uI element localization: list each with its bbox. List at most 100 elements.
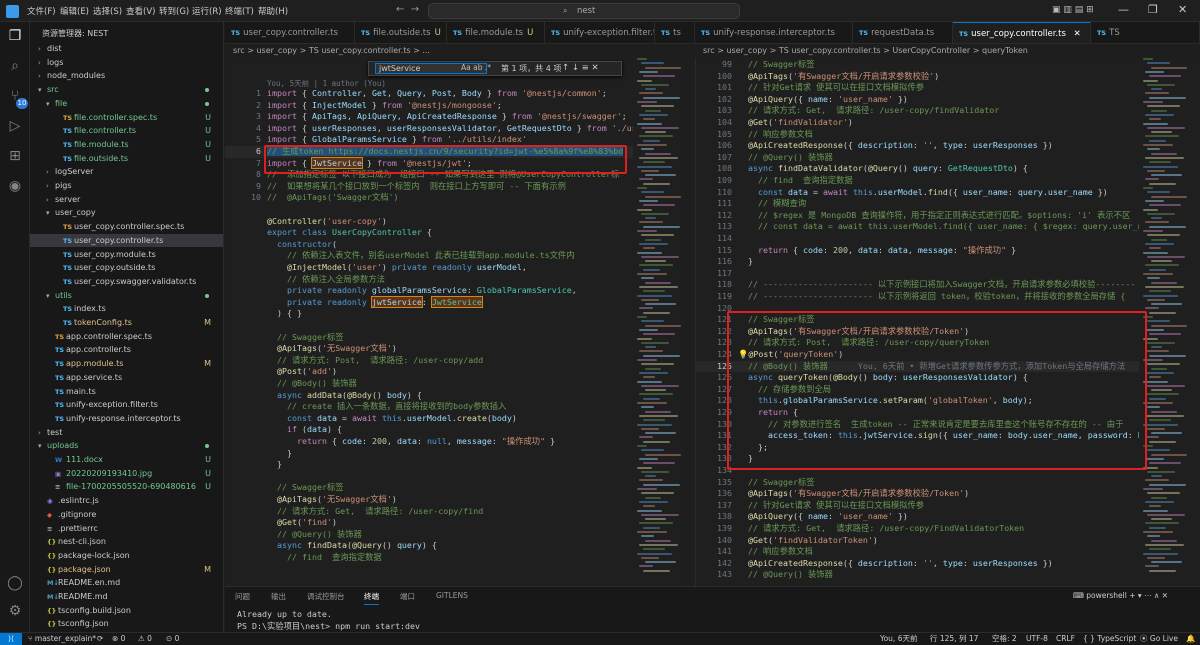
code-line[interactable]: constructor(	[225, 239, 633, 251]
tree-item[interactable]: W 111.docx U	[30, 453, 223, 467]
code-line[interactable]: private readonly globalParamsService: Gl…	[225, 285, 633, 297]
code-line[interactable]: 119 // ---------------------- 以下示例将返回 to…	[696, 291, 1139, 303]
code-line[interactable]: private readonly jwtService: JwtService	[225, 295, 633, 309]
remote-icon[interactable]: ⟩⟨	[0, 633, 22, 645]
code-line[interactable]: async findData(@Query() query) {	[225, 540, 633, 552]
tab-close-icon[interactable]: ✕	[1071, 29, 1081, 39]
tree-item[interactable]: TS app.service.ts	[30, 371, 223, 385]
code-line[interactable]: 117	[696, 268, 1139, 280]
code-line[interactable]: 115 return { code: 200, data: data, mess…	[696, 245, 1139, 257]
minimap-left[interactable]	[633, 58, 683, 586]
code-line[interactable]: 102 @ApiQuery({ name: 'user_name' })	[696, 94, 1139, 106]
encoding-status[interactable]: UTF-8	[1026, 633, 1048, 645]
code-line[interactable]: 114	[696, 233, 1139, 245]
nav-arrows[interactable]: ← →	[396, 4, 419, 15]
panel-tab[interactable]: 问题	[235, 591, 250, 602]
code-line[interactable]	[225, 320, 633, 332]
branch-status[interactable]: ⑂ master_explain*	[28, 633, 96, 645]
code-line[interactable]: 101 // 针对Get请求 使其可以在接口文档模拟传参	[696, 82, 1139, 94]
manage-gear-icon[interactable]: ⚙	[7, 603, 23, 619]
code-line[interactable]: @Post('add')	[225, 366, 633, 378]
code-line[interactable]: // @Body() 装饰器	[225, 378, 633, 390]
tree-item[interactable]: TS file.controller.spec.ts U	[30, 111, 223, 125]
extensions-icon[interactable]: ⊞	[7, 148, 23, 164]
tree-item[interactable]: ▾ user_copy	[30, 206, 223, 220]
code-line[interactable]: 3 import { ApiTags, ApiQuery, ApiCreatedR…	[225, 111, 633, 123]
remote-explorer-icon[interactable]: ◉	[7, 178, 23, 194]
code-line[interactable]: // 依赖注入表文件，别名userModel 此表已挂载到app.module.…	[225, 250, 633, 262]
find-options[interactable]: Aa ab .*	[461, 63, 491, 72]
tree-item[interactable]: ≡ file-1700205505520-690480616 U	[30, 480, 223, 494]
editor-tab[interactable]: TS requestData.ts	[853, 22, 953, 43]
language-status[interactable]: { } TypeScript	[1083, 633, 1136, 645]
code-line[interactable]: 2 import { InjectModel } from '@nestjs/mo…	[225, 100, 633, 112]
panel-tab[interactable]: 终端	[364, 591, 379, 605]
tree-item[interactable]: {} tsconfig.json	[30, 617, 223, 631]
code-line[interactable]: // find 查询指定数据	[225, 552, 633, 564]
tree-item[interactable]: › pigs	[30, 179, 223, 193]
code-line[interactable]: 116 }	[696, 256, 1139, 268]
tree-item[interactable]: {} tsconfig.build.json	[30, 604, 223, 618]
tree-item[interactable]: › server	[30, 193, 223, 207]
editor-tab[interactable]: TS TS	[1091, 22, 1200, 43]
tree-item[interactable]: ▾ utils	[30, 289, 223, 303]
code-line[interactable]: // Swagger标签	[225, 332, 633, 344]
code-line[interactable]: 136 @ApiTags('有Swagger文档/开启请求参数校验/Token'…	[696, 488, 1139, 500]
menu-item[interactable]: 终端(T)	[225, 5, 254, 17]
editor-tab[interactable]: TS unify-response.interceptor.ts	[695, 22, 853, 43]
explorer-icon[interactable]: ❐	[7, 28, 23, 44]
breadcrumb-left[interactable]: src > user_copy > TS user_copy.controlle…	[233, 44, 693, 58]
code-line[interactable]: if (data) {	[225, 424, 633, 436]
tree-item[interactable]: {} nest-cli.json	[30, 535, 223, 549]
menu-item[interactable]: 查看(V)	[126, 5, 155, 17]
editor-tab[interactable]: TS file.outside.ts U	[355, 22, 447, 43]
menu-item[interactable]: 运行(R)	[192, 5, 222, 17]
tree-item[interactable]: TS user_copy.module.ts	[30, 248, 223, 262]
code-line[interactable]: @Get('find')	[225, 517, 633, 529]
tree-item[interactable]: TS user_copy.outside.ts	[30, 261, 223, 275]
code-line[interactable]: 103 // 请求方式: Get, 请求路径: /user-copy/findV…	[696, 105, 1139, 117]
command-center-search[interactable]: ⌕ nest	[428, 3, 740, 19]
code-line[interactable]: 108 async findDataValidator(@Query() que…	[696, 163, 1139, 175]
code-line[interactable]: 113 // const data = await this.userModel…	[696, 221, 1139, 233]
code-line[interactable]: 138 @ApiQuery({ name: 'user_name' })	[696, 511, 1139, 523]
tree-item[interactable]: TS unify-exception.filter.ts	[30, 398, 223, 412]
tree-item[interactable]: TS user_copy.controller.ts	[30, 233, 223, 248]
code-line[interactable]: return { code: 200, data: null, message:…	[225, 436, 633, 448]
terminal-profile[interactable]: ⌨ powershell + ▾ ⋯ ∧ ✕	[1073, 591, 1168, 600]
code-line[interactable]: 100 @ApiTags('有Swagger文档/开启请求参数校验')	[696, 71, 1139, 83]
code-line[interactable]: 106 @ApiCreatedResponse({ description: '…	[696, 140, 1139, 152]
layout-toggle-icons[interactable]: ▣ ▥ ▤ ⊞	[1052, 5, 1094, 15]
code-line[interactable]: @Controller('user-copy')	[225, 216, 633, 228]
tree-item[interactable]: {} package-lock.json	[30, 549, 223, 563]
tree-item[interactable]: › node_modules	[30, 69, 223, 83]
tree-item[interactable]: ▣ 20220209193410.jpg U	[30, 467, 223, 481]
code-line[interactable]: 143 // @Query() 装饰器	[696, 569, 1139, 581]
code-line[interactable]: ) { }	[225, 308, 633, 320]
code-line[interactable]: 135 // Swagger标签	[696, 477, 1139, 489]
accounts-icon[interactable]: ◯	[7, 575, 23, 591]
search-icon[interactable]: ⌕	[7, 58, 23, 74]
code-line[interactable]: 142 @ApiCreatedResponse({ description: '…	[696, 558, 1139, 570]
editor-tab[interactable]: TS file.module.ts U	[447, 22, 545, 43]
tree-item[interactable]: ◆ .gitignore	[30, 508, 223, 522]
code-line[interactable]: // 依赖注入全局参数方法	[225, 274, 633, 286]
maximize-icon[interactable]: ❐	[1148, 3, 1158, 16]
code-line[interactable]: 137 // 针对Get请求 使其可以在接口文档模拟传参	[696, 500, 1139, 512]
blame-status[interactable]: You, 6天前	[880, 633, 917, 645]
tree-item[interactable]: TS unify-response.interceptor.ts	[30, 412, 223, 426]
editor-tab[interactable]: TS unify-exception.filter.ts	[545, 22, 655, 43]
tree-item[interactable]: TS file.module.ts U	[30, 138, 223, 152]
eol-status[interactable]: CRLF	[1056, 633, 1075, 645]
tree-item[interactable]: › dist	[30, 42, 223, 56]
menu-item[interactable]: 转到(G)	[159, 5, 189, 17]
ports-count[interactable]: ⊙ 0	[166, 633, 179, 645]
code-line[interactable]: // 请求方式: Get, 请求路径: /user-copy/find	[225, 506, 633, 518]
tree-item[interactable]: ▾ file	[30, 97, 223, 111]
code-line[interactable]: const data = await this.userModel.create…	[225, 413, 633, 425]
find-nav-buttons[interactable]: ↑ ↓ ≡ ✕	[562, 62, 599, 74]
code-line[interactable]: 105 // 响应参数文档	[696, 129, 1139, 141]
tree-item[interactable]: ▾ uploads	[30, 439, 223, 453]
tree-item[interactable]: {} package.json M	[30, 563, 223, 577]
code-line[interactable]: }	[225, 448, 633, 460]
